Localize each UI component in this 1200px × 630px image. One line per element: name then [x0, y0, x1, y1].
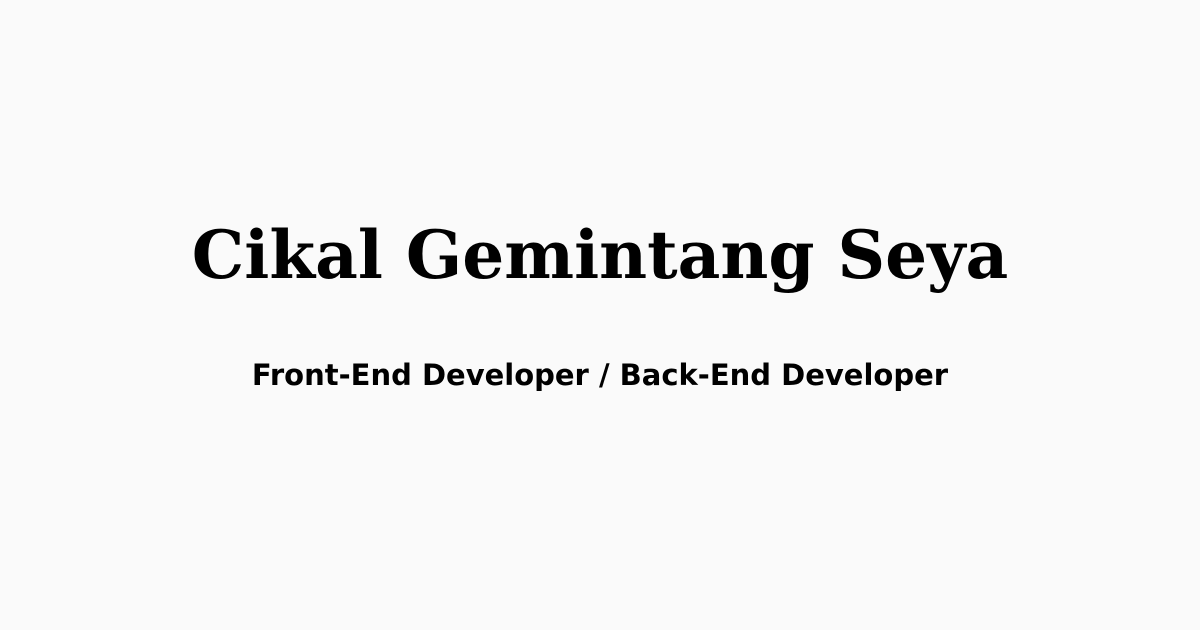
profile-role: Front-End Developer / Back-End Developer — [251, 358, 949, 392]
profile-name: Cikal Gemintang Seya — [191, 216, 1009, 294]
profile-card: Cikal Gemintang Seya Front-End Developer… — [0, 0, 1200, 630]
